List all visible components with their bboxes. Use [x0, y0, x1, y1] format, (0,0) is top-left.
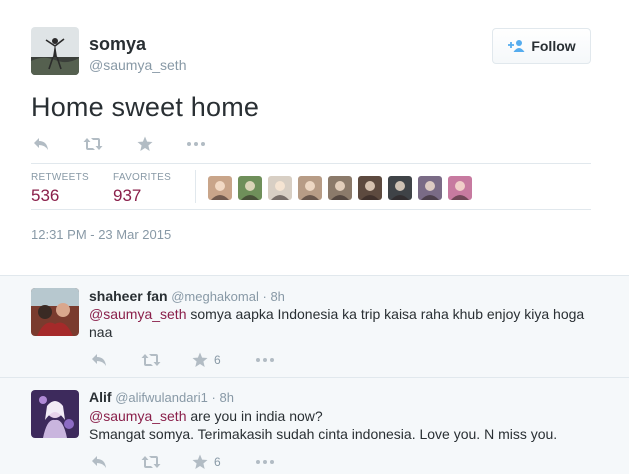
retweet-icon[interactable] — [83, 137, 103, 151]
star-icon[interactable] — [137, 136, 153, 152]
reply-text-line-2: Smangat somya. Terimakasih sudah cinta i… — [89, 426, 558, 442]
tweet-stats: RETWEETS 536 FAVORITES 937 — [31, 163, 591, 210]
favorites-stat[interactable]: FAVORITES 937 — [113, 172, 171, 206]
author-name[interactable]: somya — [89, 34, 146, 55]
favoriter-avatar[interactable] — [418, 176, 442, 200]
reply-author-handle[interactable]: @alifwulandari1 — [115, 390, 208, 405]
favoriter-avatar[interactable] — [208, 176, 232, 200]
retweet-icon[interactable] — [141, 353, 161, 367]
reply-avatar[interactable] — [31, 390, 79, 438]
more-icon[interactable] — [255, 357, 275, 363]
favoriter-avatar[interactable] — [358, 176, 382, 200]
reply-favorite-count: 6 — [214, 455, 221, 469]
favoriter-avatar[interactable] — [238, 176, 262, 200]
favorites-label: FAVORITES — [113, 172, 172, 183]
reply-actions: 6 — [89, 454, 275, 470]
reply-icon[interactable] — [91, 353, 107, 367]
reply-icon[interactable] — [33, 137, 49, 151]
star-icon[interactable] — [192, 454, 208, 470]
retweets-label: RETWEETS — [31, 172, 89, 183]
star-icon[interactable] — [192, 352, 208, 368]
favoriter-avatar[interactable] — [388, 176, 412, 200]
reply-mention[interactable]: @saumya_seth — [89, 408, 186, 424]
reply-icon[interactable] — [91, 455, 107, 469]
reply-favorite-count: 6 — [214, 353, 221, 367]
favoriter-avatar[interactable] — [328, 176, 352, 200]
reply-item[interactable]: shaheer fan @meghakomal · 8h @saumya_set… — [0, 276, 629, 377]
reply-time[interactable]: 8h — [270, 289, 284, 304]
stats-divider — [195, 170, 196, 203]
main-tweet: somya @saumya_seth Follow Home sweet hom… — [0, 0, 629, 275]
reply-time[interactable]: 8h — [219, 390, 233, 405]
tweet-timestamp[interactable]: 12:31 PM - 23 Mar 2015 — [31, 227, 171, 242]
reply-item[interactable]: Alif @alifwulandari1 · 8h @saumya_seth a… — [0, 378, 629, 474]
reply-header: shaheer fan @meghakomal · 8h — [89, 288, 285, 304]
reply-author-name[interactable]: Alif — [89, 389, 112, 405]
favoriters-list — [208, 176, 472, 200]
reply-mention[interactable]: @saumya_seth — [89, 306, 186, 322]
reply-text: @saumya_seth somya aapka Indonesia ka tr… — [89, 305, 589, 341]
reply-author-name[interactable]: shaheer fan — [89, 288, 168, 304]
author-avatar[interactable] — [31, 27, 79, 75]
reply-author-handle[interactable]: @meghakomal — [171, 289, 259, 304]
reply-actions: 6 — [89, 352, 275, 368]
add-user-icon — [507, 39, 525, 53]
replies-section: shaheer fan @meghakomal · 8h @saumya_set… — [0, 275, 629, 474]
favorites-count: 937 — [113, 186, 142, 205]
favoriter-avatar[interactable] — [448, 176, 472, 200]
reply-header: Alif @alifwulandari1 · 8h — [89, 389, 234, 405]
tweet-text: Home sweet home — [31, 92, 260, 122]
more-icon[interactable] — [186, 141, 206, 147]
reply-separator: · — [262, 289, 267, 304]
more-icon[interactable] — [255, 459, 275, 465]
favoriter-avatar[interactable] — [268, 176, 292, 200]
reply-text-body: are you in india now? — [186, 408, 323, 424]
retweets-count: 536 — [31, 186, 60, 205]
retweet-icon[interactable] — [141, 455, 161, 469]
follow-label: Follow — [531, 38, 576, 54]
reply-separator: · — [211, 390, 216, 405]
tweet-actions — [31, 135, 206, 153]
favoriter-avatar[interactable] — [298, 176, 322, 200]
reply-avatar[interactable] — [31, 288, 79, 336]
retweets-stat[interactable]: RETWEETS 536 — [31, 172, 89, 206]
reply-text: @saumya_seth are you in india now? Smang… — [89, 407, 589, 443]
author-handle[interactable]: @saumya_seth — [89, 57, 186, 73]
follow-button[interactable]: Follow — [492, 28, 591, 64]
